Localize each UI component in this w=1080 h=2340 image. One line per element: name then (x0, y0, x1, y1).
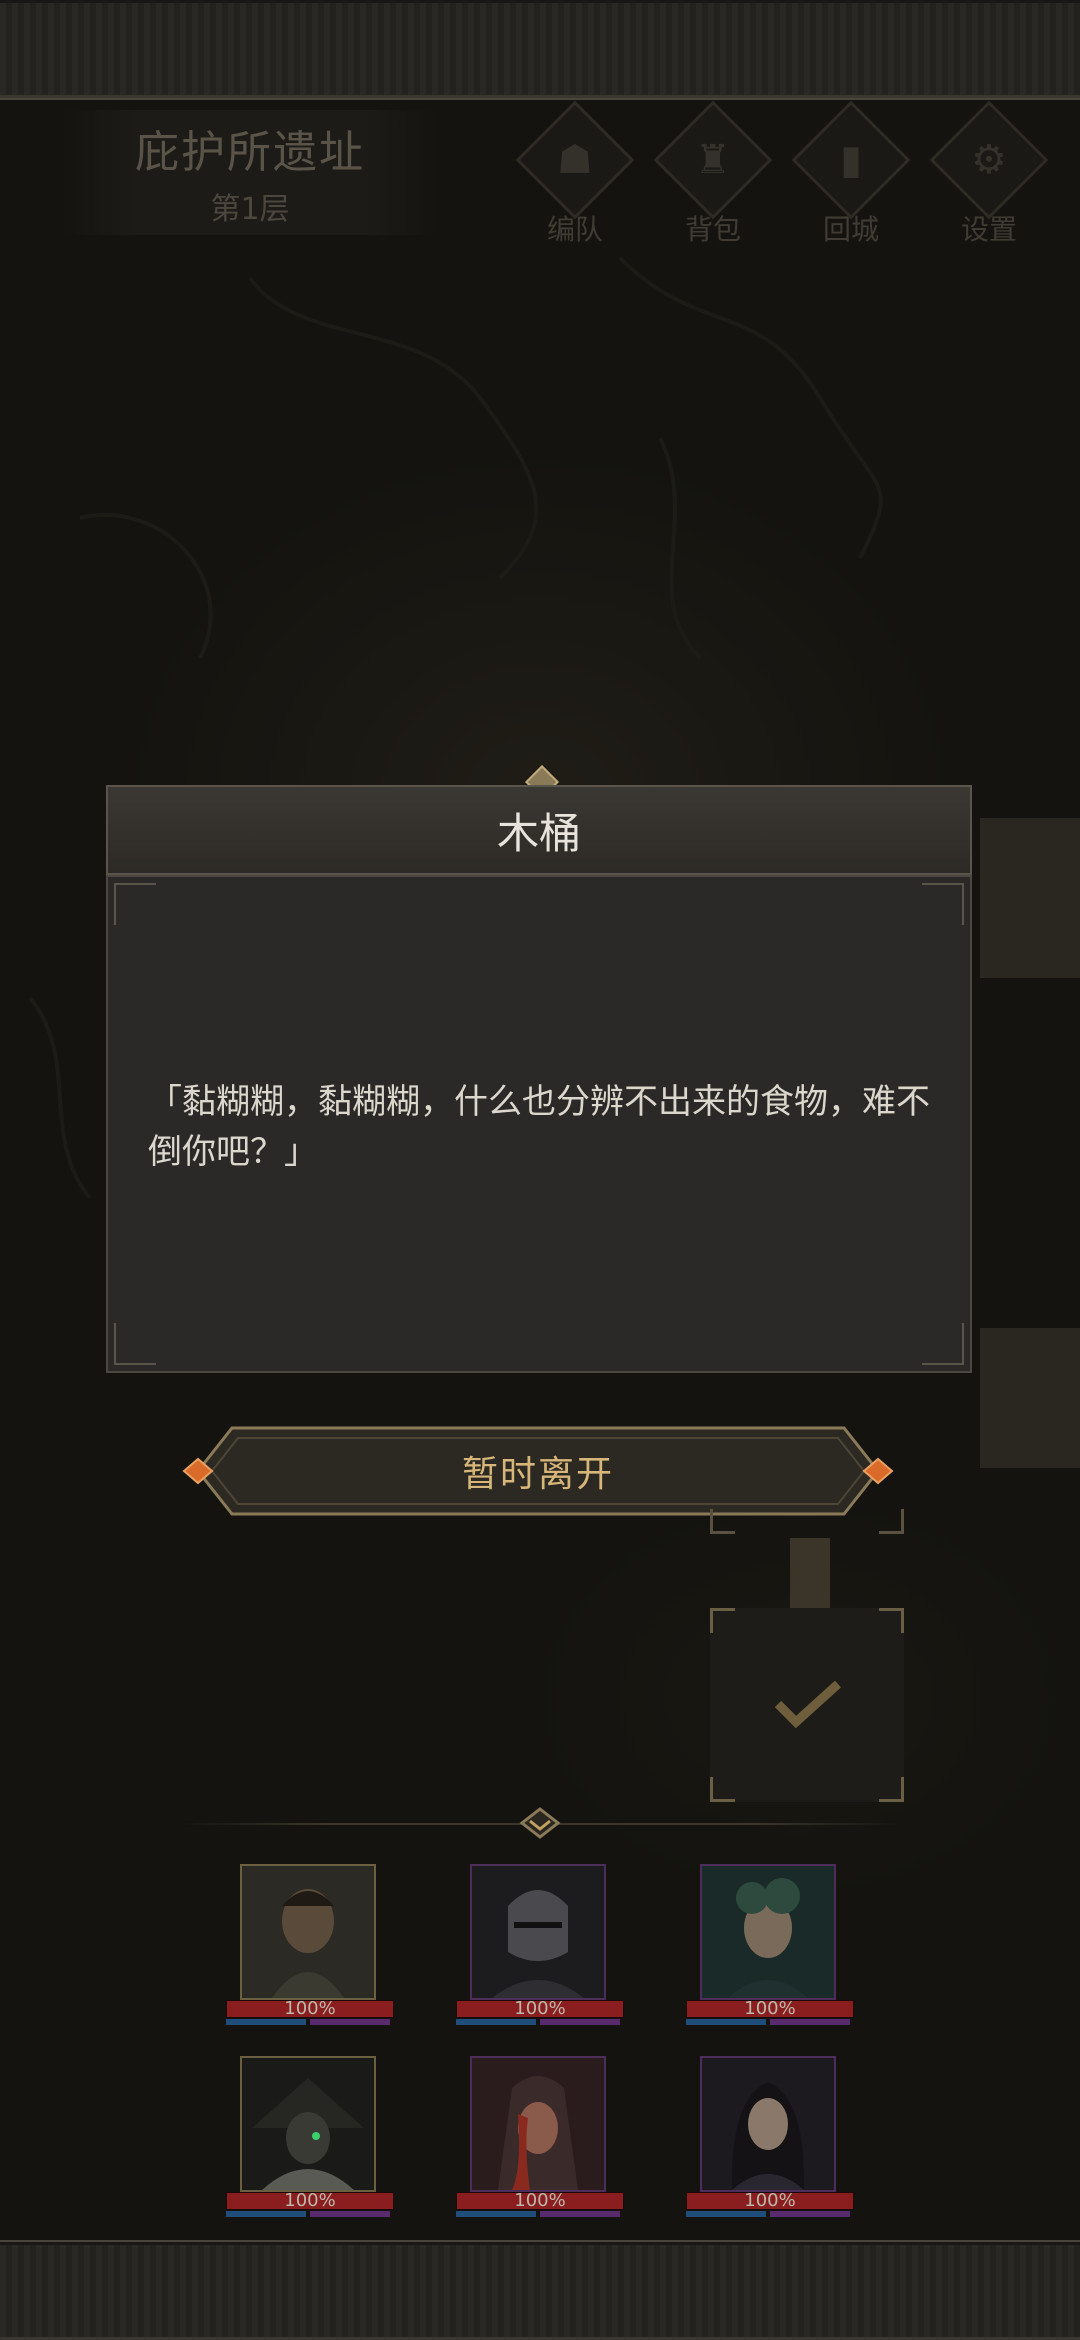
corner-ornament (879, 1608, 904, 1633)
hooded-witch-portrait (240, 2056, 376, 2192)
hp-text: 100% (284, 1998, 336, 2019)
hp-text: 100% (514, 2190, 566, 2211)
mp-bar (226, 2019, 394, 2025)
floor-label: 第1层 (210, 192, 290, 227)
corner-ornament (710, 1509, 735, 1534)
hp-text: 100% (514, 1998, 566, 2019)
mp-bar (456, 2019, 624, 2025)
corner-ornament (710, 1777, 735, 1802)
red-hooded-woman-portrait (470, 2056, 606, 2192)
game-screen: 庇护所遗址 第1层 ☗ 编队 ♜ 背包 ▮ 回城 ⚙ 设置 木桶 「黏糊糊，黏糊… (0, 0, 1080, 2340)
dialog-title: 木桶 (496, 808, 581, 858)
location-name: 庇护所遗址 (135, 127, 365, 178)
hp-text: 100% (284, 2190, 336, 2211)
door-icon: ▮ (839, 136, 863, 183)
formation-button[interactable]: ☗ 编队 (515, 100, 635, 246)
map-tile[interactable] (710, 1404, 904, 1534)
party-member-5[interactable]: 100% (456, 2056, 624, 2236)
bottom-frame-ornament (0, 2240, 1080, 2340)
armored-knight-portrait (470, 1864, 606, 2000)
dialog-text: 「黏糊糊，黏糊糊，什么也分辨不出来的食物，难不倒你吧？」 (148, 1082, 930, 1172)
corner-ornament (879, 1777, 904, 1802)
corner-ornament (922, 1323, 964, 1365)
corner-ornament (710, 1608, 735, 1633)
mp-bar (686, 2211, 854, 2217)
corner-ornament (114, 883, 156, 925)
location-header: 庇护所遗址 第1层 (60, 110, 440, 235)
party-member-2[interactable]: 100% (456, 1864, 624, 2044)
top-frame-ornament (0, 0, 1080, 100)
return-town-button[interactable]: ▮ 回城 (791, 100, 911, 246)
dialog-title-bar: 木桶 (106, 785, 972, 875)
visited-map-tile[interactable] (710, 1608, 904, 1802)
horned-helmet-icon: ☗ (557, 136, 593, 183)
party-member-6[interactable]: 100% (686, 2056, 854, 2236)
divider-ornament (519, 1807, 561, 1839)
checkmark-icon (774, 1680, 842, 1729)
party-member-1[interactable]: 100% (226, 1864, 394, 2044)
corner-ornament (922, 883, 964, 925)
hp-text: 100% (744, 1998, 796, 2019)
dialog-body: 「黏糊糊，黏糊糊，什么也分辨不出来的食物，难不倒你吧？」 (106, 875, 972, 1373)
curly-hair-youth-portrait (700, 1864, 836, 2000)
bearded-warrior-portrait (240, 1864, 376, 2000)
bag-icon: ♜ (695, 136, 731, 183)
hp-text: 100% (744, 2190, 796, 2211)
corner-ornament (879, 1509, 904, 1534)
gear-icon: ⚙ (971, 136, 1007, 183)
mp-bar (456, 2211, 624, 2217)
mp-bar (686, 2019, 854, 2025)
dark-hair-woman-portrait (700, 2056, 836, 2192)
party-member-4[interactable]: 100% (226, 2056, 394, 2236)
party-member-3[interactable]: 100% (686, 1864, 854, 2044)
bag-button[interactable]: ♜ 背包 (653, 100, 773, 246)
settings-button[interactable]: ⚙ 设置 (929, 100, 1049, 246)
mp-bar (226, 2211, 394, 2217)
corner-ornament (114, 1323, 156, 1365)
